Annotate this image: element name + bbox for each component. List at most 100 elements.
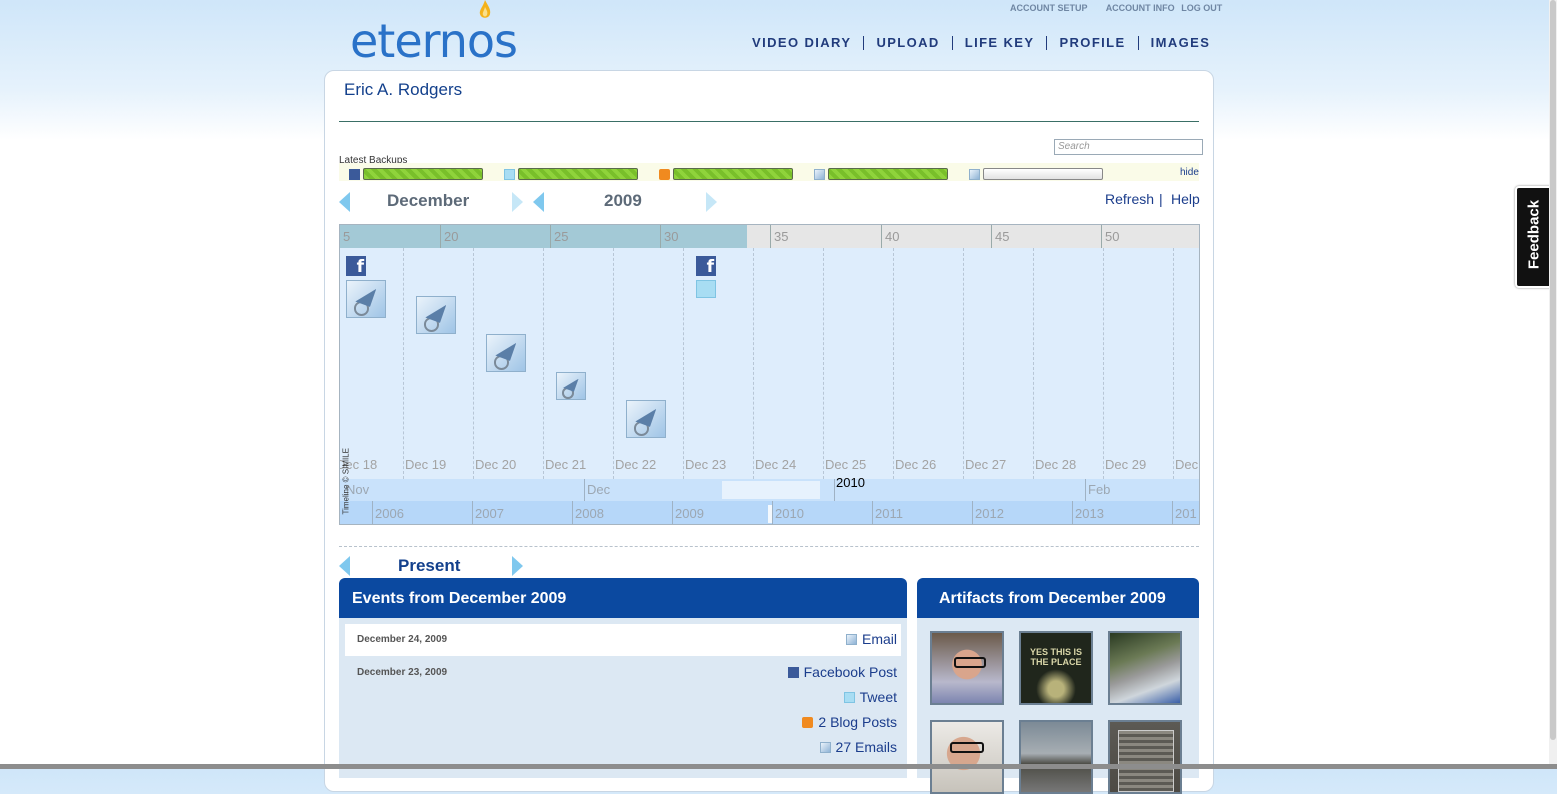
year-next-arrow-icon[interactable] xyxy=(706,192,717,212)
facebook-icon xyxy=(787,666,799,678)
nav-profile[interactable]: PROFILE xyxy=(1047,36,1139,50)
day-label: Dec 28 xyxy=(1035,457,1077,472)
eternos-logo[interactable]: eternos xyxy=(350,0,518,70)
rss-icon xyxy=(659,169,670,180)
backup-progress-rss xyxy=(673,168,793,180)
day-label: Dec 22 xyxy=(615,457,657,472)
email-icon[interactable] xyxy=(486,334,526,372)
present-prev-arrow-icon[interactable] xyxy=(339,556,350,576)
event-link-tweet[interactable]: Tweet xyxy=(843,689,897,705)
present-next-arrow-icon[interactable] xyxy=(512,556,523,576)
present-label: Present xyxy=(398,556,461,575)
logout-link[interactable]: LOG OUT xyxy=(1181,3,1222,13)
month-prev-arrow-icon[interactable] xyxy=(339,192,350,212)
email-icon xyxy=(969,169,980,180)
day-gridline xyxy=(1033,248,1034,479)
day-gridline xyxy=(963,248,964,479)
facebook-icon[interactable]: f xyxy=(346,256,366,277)
artifact-thumbnail[interactable] xyxy=(930,631,1004,705)
main-nav: VIDEO DIARY UPLOAD LIFE KEY PROFILE IMAG… xyxy=(740,36,1222,50)
email-icon xyxy=(814,169,825,180)
event-date: December 23, 2009 xyxy=(357,667,448,678)
day-gridline xyxy=(473,248,474,479)
hide-link[interactable]: hide xyxy=(1180,167,1199,178)
week-tick: 30 xyxy=(660,225,678,248)
artifacts-header: Artifacts from December 2009 xyxy=(917,578,1199,618)
day-gridline xyxy=(613,248,614,479)
artifact-thumbnail[interactable] xyxy=(1019,720,1093,794)
week-tick: 5 xyxy=(343,229,351,244)
search-input[interactable]: Search xyxy=(1054,139,1203,155)
day-label: Dec 26 xyxy=(895,457,937,472)
refresh-link[interactable]: Refresh xyxy=(1105,191,1154,207)
day-label: Dec 23 xyxy=(685,457,727,472)
year-tick: 2011 xyxy=(872,501,903,524)
account-setup-link[interactable]: ACCOUNT SETUP xyxy=(1010,3,1088,13)
timeline[interactable]: 5 20 25 30 35 40 45 50 Dec 18 Dec 19 Dec… xyxy=(339,224,1200,525)
artifact-thumbnail[interactable] xyxy=(1108,720,1182,794)
year-tick: 2009 xyxy=(672,501,704,524)
nav-life-key[interactable]: LIFE KEY xyxy=(953,36,1048,50)
email-icon xyxy=(845,633,857,645)
window-bottom-edge xyxy=(0,764,1557,769)
email-icon[interactable] xyxy=(626,400,666,438)
facebook-icon xyxy=(349,169,360,180)
event-link-facebook-post[interactable]: Facebook Post xyxy=(787,664,897,680)
artifact-thumbnail[interactable] xyxy=(1108,631,1182,705)
year-marker-label: 2010 xyxy=(836,475,865,490)
month-label: December xyxy=(387,191,470,210)
day-gridline xyxy=(823,248,824,479)
twitter-icon xyxy=(504,169,515,180)
nav-upload[interactable]: UPLOAD xyxy=(864,36,953,50)
flame-icon xyxy=(479,0,491,18)
week-tick: 25 xyxy=(550,225,568,248)
day-gridline xyxy=(1103,248,1104,479)
week-tick: 40 xyxy=(881,225,899,248)
section-divider xyxy=(339,546,1199,547)
nav-video-diary[interactable]: VIDEO DIARY xyxy=(740,36,865,50)
month-next-arrow-icon[interactable] xyxy=(512,192,523,212)
month-tick: Dec xyxy=(584,479,610,501)
email-icon[interactable] xyxy=(556,372,586,400)
account-info-link[interactable]: ACCOUNT INFO xyxy=(1106,3,1175,13)
year-tick: 2010 xyxy=(772,501,804,524)
event-link-email[interactable]: Email xyxy=(845,631,897,647)
day-gridline xyxy=(893,248,894,479)
feedback-tab[interactable]: Feedback xyxy=(1515,186,1553,288)
backup-progress-email xyxy=(828,168,948,180)
week-band-selected xyxy=(340,225,747,248)
feedback-label: Feedback xyxy=(1525,199,1543,270)
artifact-thumbnail[interactable]: YES THIS IS THE PLACE xyxy=(1019,631,1093,705)
twitter-icon xyxy=(843,691,855,703)
events-header: Events from December 2009 xyxy=(339,578,907,618)
header-divider xyxy=(339,121,1199,122)
account-links: ACCOUNT SETUP ACCOUNT INFO LOG OUT xyxy=(1010,3,1222,13)
event-label: 27 Emails xyxy=(835,739,897,755)
event-label: Tweet xyxy=(859,689,897,705)
day-gridline xyxy=(543,248,544,479)
nav-images[interactable]: IMAGES xyxy=(1139,36,1223,50)
help-link[interactable]: Help xyxy=(1171,191,1200,207)
artifact-thumbnail[interactable] xyxy=(930,720,1004,794)
year-tick: 2013 xyxy=(1072,501,1104,524)
month-band-highlight xyxy=(722,481,820,499)
email-icon[interactable] xyxy=(416,296,456,334)
event-label: Facebook Post xyxy=(803,664,897,680)
user-name: Eric A. Rodgers xyxy=(344,80,463,99)
event-label: 2 Blog Posts xyxy=(818,714,897,730)
facebook-icon[interactable]: f xyxy=(696,256,716,277)
event-link-emails[interactable]: 27 Emails xyxy=(819,739,897,755)
email-icon[interactable] xyxy=(346,280,386,318)
email-icon[interactable] xyxy=(696,524,736,525)
day-label: Dec 20 xyxy=(475,457,517,472)
year-tick: 2008 xyxy=(572,501,604,524)
week-tick: 45 xyxy=(991,225,1009,248)
year-prev-arrow-icon[interactable] xyxy=(533,192,544,212)
year-label: 2009 xyxy=(604,191,642,210)
week-tick: 50 xyxy=(1101,225,1119,248)
year-tick: 201 xyxy=(1172,501,1197,524)
scrollbar-thumb[interactable] xyxy=(1550,0,1556,740)
event-link-blog-posts[interactable]: 2 Blog Posts xyxy=(802,714,897,730)
day-label: Dec 25 xyxy=(825,457,867,472)
twitter-icon[interactable] xyxy=(696,280,716,298)
